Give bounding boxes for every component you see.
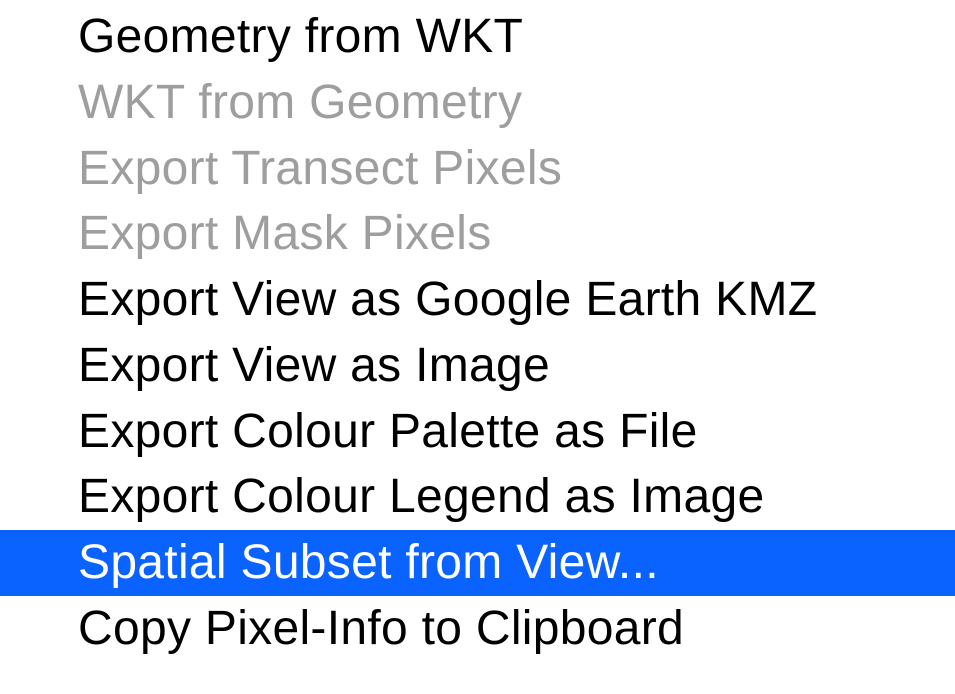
menu-item-geometry-from-wkt[interactable]: Geometry from WKT — [0, 4, 955, 70]
menu-item-export-colour-legend[interactable]: Export Colour Legend as Image — [0, 464, 955, 530]
menu-item-export-view-image[interactable]: Export View as Image — [0, 333, 955, 399]
menu-item-export-transect-pixels: Export Transect Pixels — [0, 136, 955, 202]
context-menu: Geometry from WKT WKT from Geometry Expo… — [0, 0, 955, 662]
menu-item-wkt-from-geometry: WKT from Geometry — [0, 70, 955, 136]
menu-item-spatial-subset[interactable]: Spatial Subset from View... — [0, 530, 955, 596]
menu-item-export-view-kmz[interactable]: Export View as Google Earth KMZ — [0, 267, 955, 333]
menu-item-export-colour-palette[interactable]: Export Colour Palette as File — [0, 399, 955, 465]
menu-item-copy-pixel-info[interactable]: Copy Pixel-Info to Clipboard — [0, 596, 955, 662]
menu-item-export-mask-pixels: Export Mask Pixels — [0, 201, 955, 267]
